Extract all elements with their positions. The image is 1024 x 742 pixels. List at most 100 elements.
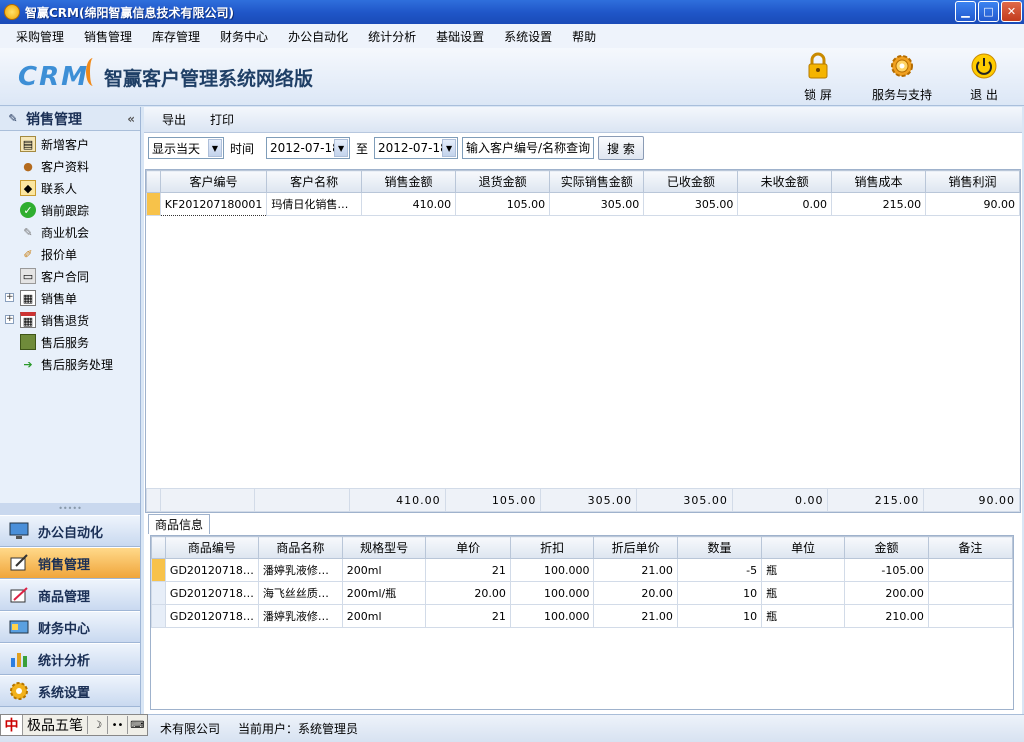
table-cell[interactable]: 0.00 (737, 192, 832, 216)
table-cell[interactable]: 100.000 (509, 604, 595, 628)
table-cell[interactable]: -105.00 (844, 558, 929, 582)
expand-toggle[interactable]: + (5, 293, 14, 302)
column-header[interactable]: 销售利润 (925, 170, 1020, 193)
column-header[interactable]: 客户名称 (266, 170, 362, 193)
collapse-sidebar-button[interactable]: « (127, 112, 135, 126)
tab-product-info[interactable]: 商品信息 (148, 514, 211, 534)
sidebar-item-customer-contract[interactable]: ▭ 客户合同 (0, 265, 140, 287)
table-cell[interactable] (927, 558, 1013, 582)
table-cell[interactable]: 20.00 (425, 581, 511, 605)
sidebar-item-business-opportunity[interactable]: ✎ 商业机会 (0, 221, 140, 243)
nav-sales-management[interactable]: 销售管理 (0, 547, 140, 579)
table-cell[interactable]: 305.00 (549, 192, 645, 216)
lock-screen-button[interactable]: 锁 屏 (804, 52, 832, 103)
date-to-picker[interactable]: 2012-07-18 ▼ (374, 137, 459, 159)
maximize-button[interactable]: □ (978, 1, 999, 22)
table-cell[interactable]: 21 (425, 604, 511, 628)
print-button[interactable]: 打印 (198, 111, 246, 128)
menu-office[interactable]: 办公自动化 (278, 28, 358, 45)
search-button[interactable]: 搜 索 (598, 136, 645, 160)
ime-toolbar[interactable]: 中 极品五笔 ☽ •• ⌨ (0, 714, 148, 736)
table-cell[interactable]: 200ml (341, 604, 427, 628)
table-cell[interactable]: 215.00 (830, 192, 927, 216)
minimize-button[interactable]: ▁ (955, 1, 976, 22)
sidebar-item-contact[interactable]: ◆ 联系人 (0, 177, 140, 199)
menu-basic-settings[interactable]: 基础设置 (426, 28, 494, 45)
expand-toggle[interactable]: + (5, 315, 14, 324)
column-header[interactable]: 销售金额 (360, 170, 457, 193)
nav-system-settings[interactable]: 系统设置 (0, 675, 140, 707)
service-support-button[interactable]: 服务与支持 (872, 52, 932, 103)
table-cell[interactable]: 200ml/瓶 (341, 581, 427, 605)
sidebar-item-sales-return[interactable]: + ▦ 销售退货 (0, 309, 140, 331)
table-cell[interactable]: 潘婷乳液修… (257, 604, 343, 628)
table-cell[interactable] (927, 581, 1013, 605)
table-cell[interactable]: 10 (676, 581, 763, 605)
table-cell[interactable]: 21.00 (593, 558, 678, 582)
table-cell[interactable]: 瓶 (761, 581, 846, 605)
table-cell[interactable]: GD20120718… (164, 581, 259, 605)
close-button[interactable]: ✕ (1001, 1, 1022, 22)
sidebar-item-after-sales-service[interactable]: 售后服务 (0, 331, 140, 353)
column-header[interactable]: 销售成本 (830, 170, 927, 193)
table-cell[interactable]: 105.00 (455, 192, 551, 216)
menu-statistics[interactable]: 统计分析 (358, 28, 426, 45)
menu-help[interactable]: 帮助 (562, 28, 606, 45)
table-cell[interactable]: 21 (425, 558, 511, 582)
table-cell[interactable]: 200ml (341, 558, 427, 582)
menu-inventory[interactable]: 库存管理 (142, 28, 210, 45)
table-cell[interactable]: 玛倩日化销售… (266, 192, 362, 216)
table-cell[interactable]: 20.00 (593, 581, 678, 605)
moon-icon[interactable]: ☽ (87, 716, 107, 734)
ime-mode-indicator[interactable]: 中 (1, 715, 23, 735)
customer-search-input[interactable]: 输入客户编号/名称查询 (462, 137, 595, 159)
table-cell[interactable]: 90.00 (925, 192, 1020, 216)
column-header[interactable]: 单价 (425, 536, 511, 559)
column-header[interactable]: 客户编号 (159, 170, 268, 193)
table-row[interactable]: KF201207180001 玛倩日化销售… 410.00 105.00 305… (146, 192, 1020, 216)
table-cell[interactable] (927, 604, 1013, 628)
date-from-picker[interactable]: 2012-07-18 ▼ (266, 137, 351, 159)
export-button[interactable]: 导出 (150, 111, 198, 128)
table-cell[interactable]: -5 (676, 558, 763, 582)
table-cell[interactable]: 10 (676, 604, 763, 628)
column-header[interactable]: 备注 (927, 536, 1013, 559)
column-header[interactable]: 商品编号 (164, 536, 259, 559)
nav-finance-center[interactable]: 财务中心 (0, 611, 140, 643)
column-header[interactable]: 单位 (761, 536, 846, 559)
nav-office-automation[interactable]: 办公自动化 (0, 515, 140, 547)
sidebar-splitter[interactable]: ••••• (0, 503, 140, 515)
nav-statistics[interactable]: 统计分析 (0, 643, 140, 675)
table-cell[interactable]: GD20120718… (164, 558, 259, 582)
sidebar-item-sales-order[interactable]: + ▦ 销售单 (0, 287, 140, 309)
table-row[interactable]: GD20120718… 潘婷乳液修… 200ml 21 100.000 21.0… (151, 604, 1013, 628)
table-row[interactable]: GD20120718… 海飞丝丝质… 200ml/瓶 20.00 100.000… (151, 581, 1013, 605)
table-cell[interactable]: 305.00 (643, 192, 739, 216)
exit-button[interactable]: 退 出 (970, 52, 998, 103)
sidebar-item-new-customer[interactable]: ▤ 新增客户 (0, 133, 140, 155)
table-cell[interactable]: 210.00 (844, 604, 929, 628)
column-header[interactable]: 折后单价 (593, 536, 678, 559)
column-header[interactable]: 数量 (676, 536, 763, 559)
column-header[interactable]: 金额 (844, 536, 929, 559)
sidebar-item-quotation[interactable]: ✐ 报价单 (0, 243, 140, 265)
punctuation-icon[interactable]: •• (107, 716, 127, 734)
column-header[interactable]: 规格型号 (341, 536, 427, 559)
keyboard-icon[interactable]: ⌨ (127, 716, 147, 734)
table-cell[interactable]: GD20120718… (164, 604, 259, 628)
date-range-select[interactable]: 显示当天 ▼ (148, 137, 224, 159)
column-header[interactable]: 商品名称 (257, 536, 343, 559)
table-cell[interactable]: 100.000 (509, 558, 595, 582)
table-cell[interactable]: KF201207180001 (159, 192, 268, 216)
table-cell[interactable]: 21.00 (593, 604, 678, 628)
column-header[interactable]: 实际销售金额 (549, 170, 645, 193)
table-cell[interactable]: 潘婷乳液修… (257, 558, 343, 582)
column-header[interactable]: 未收金额 (737, 170, 832, 193)
column-header[interactable]: 退货金额 (455, 170, 551, 193)
table-cell[interactable]: 瓶 (761, 604, 846, 628)
table-cell[interactable]: 瓶 (761, 558, 846, 582)
menu-finance[interactable]: 财务中心 (210, 28, 278, 45)
table-cell[interactable]: 海飞丝丝质… (257, 581, 343, 605)
menu-purchase[interactable]: 采购管理 (6, 28, 74, 45)
nav-product-management[interactable]: 商品管理 (0, 579, 140, 611)
